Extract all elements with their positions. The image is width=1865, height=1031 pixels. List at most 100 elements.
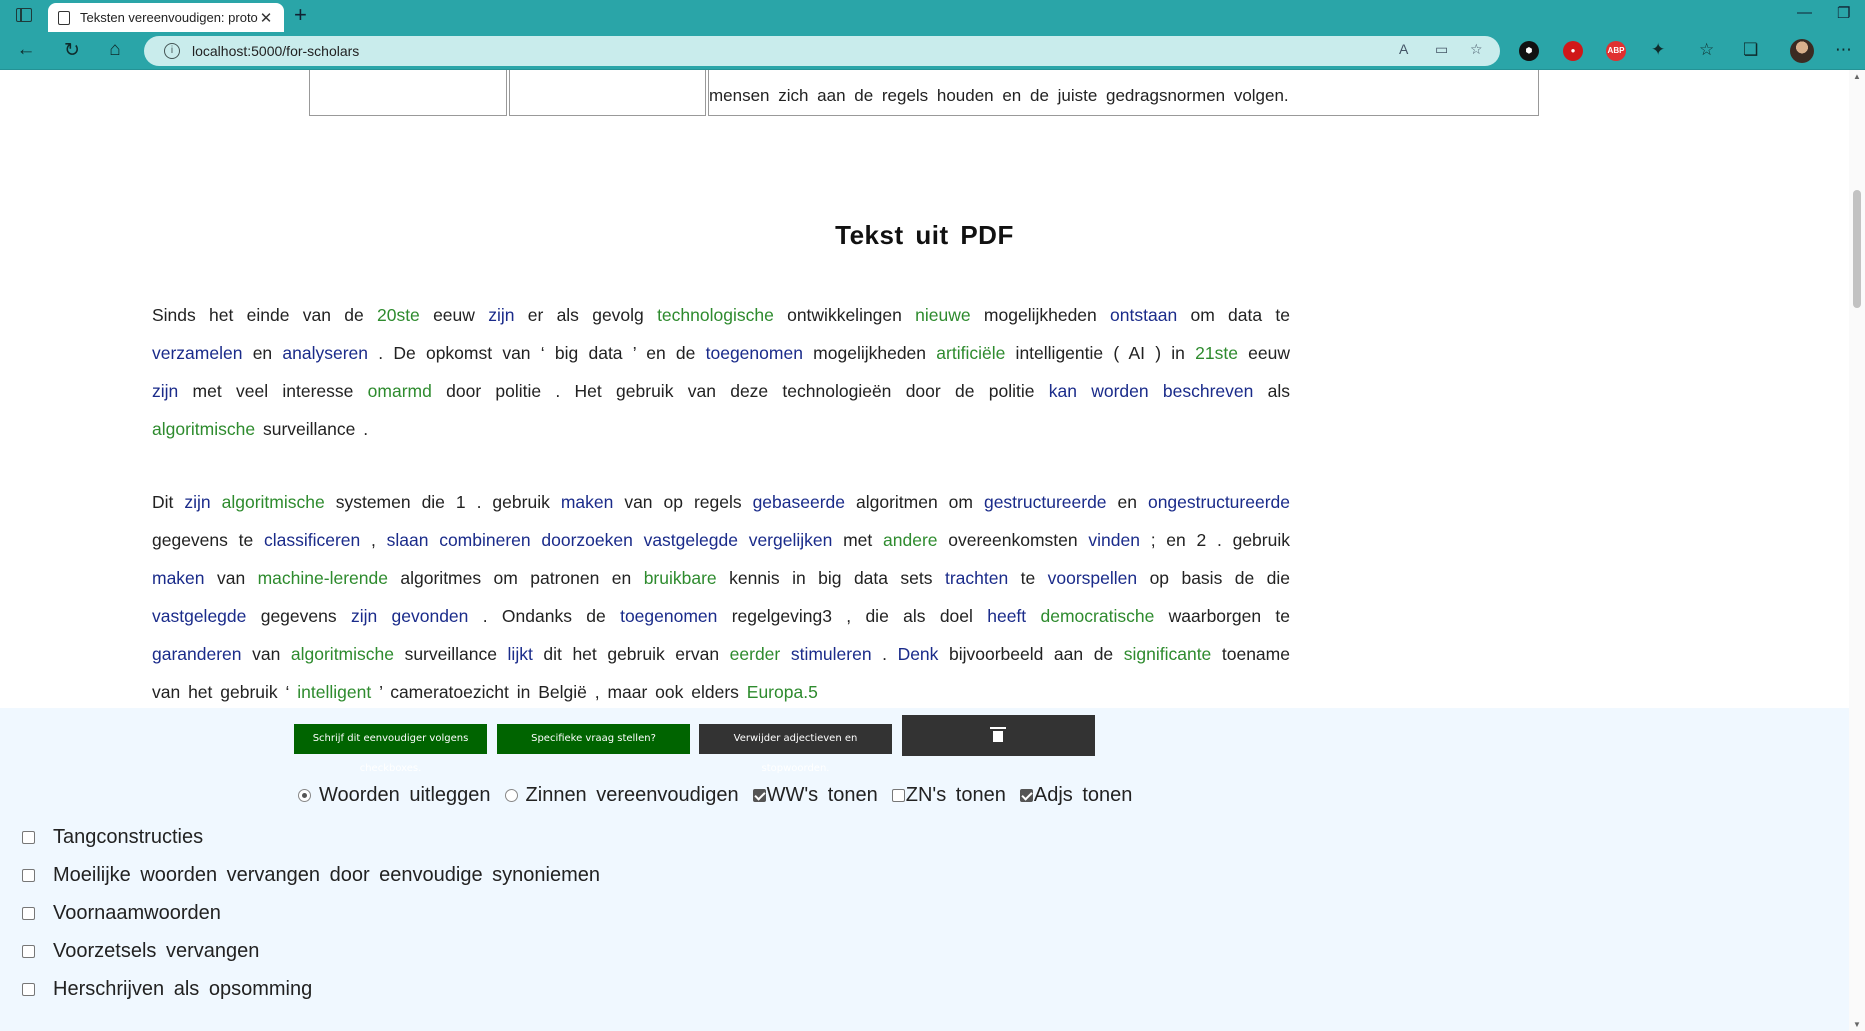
plain-text: surveillance [394,644,508,664]
text-line: zijn met veel interesse omarmd door poli… [152,372,1290,410]
list-item: Voornaamwoorden [22,894,600,932]
minimize-icon[interactable]: — [1797,4,1812,21]
checkbox-voornaamwoorden[interactable] [22,906,35,920]
radio-explain-words[interactable] [298,789,311,802]
close-tab-icon[interactable]: ✕ [258,9,274,27]
verb-word: classificeren [263,530,361,550]
plain-text: systemen die 1 . gebruik [324,492,561,512]
text-line: van het gebruik ‘ intelligent ’ camerato… [152,673,1290,711]
clear-button[interactable] [902,715,1095,756]
verb-word: verzamelen [152,343,243,363]
radio-simplify-sentences[interactable] [504,789,518,802]
text-line: Dit zijn algoritmische systemen die 1 . … [152,483,1290,521]
checkbox-synoniemen[interactable] [22,868,35,882]
remove-adjectives-button[interactable]: Verwijder adjectieven en stopwoorden. [699,724,892,774]
collections-icon[interactable]: ❏ [1743,40,1758,60]
verb-word: maken [152,568,205,588]
immersive-reader-icon[interactable]: ▭ [1435,41,1448,58]
list-item: Tangconstructies [22,818,600,856]
table-cell-text: mensen zich aan de regels houden en de j… [709,86,1289,105]
plain-text: met [832,530,884,550]
url-text[interactable]: localhost:5000/for-scholars [192,43,359,59]
text-line: garanderen van algoritmische surveillanc… [152,635,1290,673]
restore-icon[interactable]: ❐ [1837,4,1850,22]
checkbox-show-verbs[interactable] [752,789,766,802]
text-line: Sinds het einde van de 20ste eeuw zijn e… [152,296,1290,334]
verb-word: toegenomen [705,343,803,363]
table-cell [509,70,706,116]
scroll-up-icon[interactable]: ▲ [1853,72,1861,81]
verb-word: ontstaan [1110,305,1178,325]
home-icon[interactable]: ⌂ [103,39,127,61]
plain-text: ’ cameratoezicht in België , maar ook el… [371,682,747,702]
radio-explain-label: Woorden uitleggen [319,784,491,806]
plain-text: en [242,343,283,363]
verb-word: zijn [488,305,515,325]
profile-avatar[interactable] [1790,39,1814,63]
verb-word: toegenomen [620,606,718,626]
plain-text: ontwikkelingen [773,305,916,325]
favorites-icon[interactable]: ☆ [1699,40,1714,60]
address-bar[interactable]: i localhost:5000/for-scholars A ▭ ☆ [144,36,1500,66]
pdf-paragraph-1: Sinds het einde van de 20ste eeuw zijn e… [152,296,1290,448]
page-icon [58,10,70,25]
verb-word: vinden [1088,530,1140,550]
plain-text [780,644,791,664]
verb-word: zijn [184,492,211,512]
checkbox-show-verbs-label: WW's tonen [766,784,878,806]
checkbox-label: Herschrijven als opsomming [53,977,313,1000]
list-item: Voorzetsels vervangen [22,932,600,970]
read-aloud-icon[interactable]: A [1399,41,1408,57]
back-icon[interactable]: ← [14,39,38,61]
new-tab-icon[interactable]: + [294,2,307,28]
info-icon[interactable]: i [164,43,180,59]
browser-tab[interactable]: Teksten vereenvoudigen: prototy ✕ [48,3,284,32]
verb-word: trachten [944,568,1009,588]
plain-text: surveillance . [255,419,369,439]
adjective-word: technologische [657,305,774,325]
adjective-word: algoritmische [290,644,394,664]
plain-text: ; en 2 . gebruik [1139,530,1290,550]
plain-text [1026,606,1040,626]
adjective-word: eerder [729,644,781,664]
checkbox-tangconstructies[interactable] [22,830,35,844]
plain-text: door politie . Het gebruik van deze tech… [431,381,1049,401]
extensions-puzzle-icon[interactable]: ✦ [1651,40,1665,60]
adjective-word: 20ste [376,305,420,325]
scroll-down-icon[interactable]: ▼ [1853,1020,1861,1029]
checkbox-label: Tangconstructies [53,825,204,848]
plain-text: , [360,530,387,550]
plain-text: bijvoorbeeld aan de [938,644,1124,664]
simplify-button[interactable]: Schrijf dit eenvoudiger volgens checkbox… [294,724,487,774]
more-menu-icon[interactable]: ⋯ [1835,40,1852,60]
scroll-thumb[interactable] [1853,190,1861,308]
adblock-icon[interactable]: ABP [1606,41,1626,61]
plain-text: toename [1211,644,1290,664]
refresh-icon[interactable]: ↻ [60,39,84,62]
plain-text: regelgeving3 , die als doel [717,606,988,626]
checkbox-show-nouns-label: ZN's tonen [905,784,1006,806]
sidebar-toggle-icon[interactable] [16,8,32,22]
plain-text: van op regels [613,492,753,512]
control-panel: Schrijf dit eenvoudiger volgens checkbox… [0,708,1849,1031]
plain-text: algoritmen om [845,492,984,512]
checkbox-voorzetsels[interactable] [22,944,35,958]
verb-word: analyseren [282,343,369,363]
adjective-word: nieuwe [915,305,971,325]
tab-title: Teksten vereenvoudigen: prototy [80,10,258,25]
pdf-paragraph-2: Dit zijn algoritmische systemen die 1 . … [152,483,1290,711]
plain-text: om data te [1177,305,1290,325]
extension-hex-icon[interactable]: ⬢ [1519,41,1539,61]
ask-question-button[interactable]: Specifieke vraag stellen? [497,724,690,754]
text-line: gegevens te classificeren , slaan combin… [152,521,1290,559]
vertical-scrollbar[interactable]: ▲ ▼ [1849,70,1865,1031]
favorite-star-icon[interactable]: ☆ [1470,41,1483,58]
verb-word: gestructureerde [983,492,1107,512]
verb-word: voorspellen [1047,568,1138,588]
plain-text: als [1253,381,1291,401]
checkbox-show-adjectives[interactable] [1019,789,1033,802]
verb-word: vastgelegde [152,606,247,626]
checkbox-opsomming[interactable] [22,982,35,996]
checkbox-show-nouns[interactable] [891,789,905,802]
extension-red-icon[interactable]: ● [1563,41,1583,61]
